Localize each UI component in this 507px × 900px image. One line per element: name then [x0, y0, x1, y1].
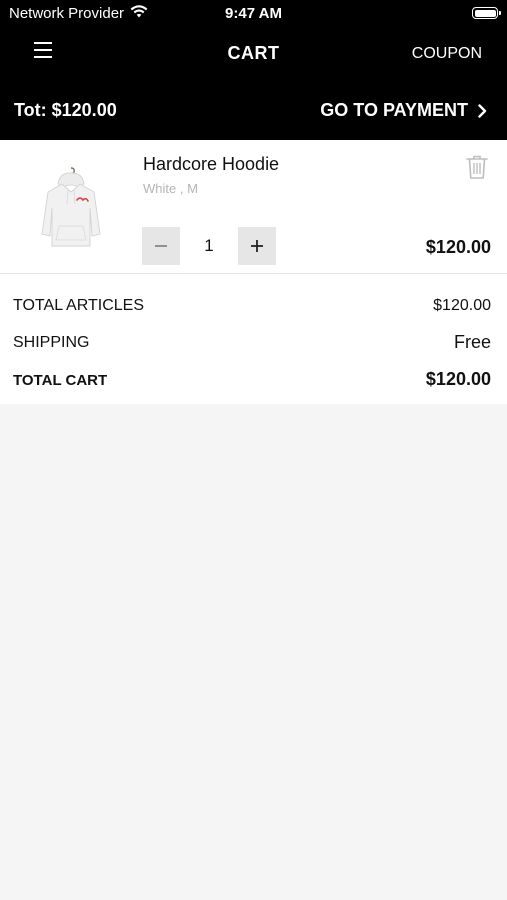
minus-icon [155, 245, 167, 247]
cart-summary: TOTAL ARTICLES $120.00 SHIPPING Free TOT… [0, 289, 507, 400]
status-bar: Network Provider 9:47 AM [0, 0, 507, 28]
plus-icon [251, 240, 263, 252]
header-total-row: Tot: $120.00 GO TO PAYMENT [0, 90, 507, 130]
total-cart-label: TOTAL CART [13, 372, 108, 389]
go-to-payment-label: GO TO PAYMENT [320, 100, 468, 120]
shipping-label: SHIPPING [13, 334, 90, 351]
chevron-right-icon [478, 103, 487, 118]
hoodie-image[interactable] [28, 162, 114, 254]
app-header: Network Provider 9:47 AM CART COUPON Tot… [0, 0, 507, 140]
cart-item: Hardcore Hoodie White , M 1 $120.00 [0, 140, 507, 274]
quantity-value[interactable]: 1 [180, 227, 238, 265]
battery-icon [472, 7, 501, 19]
total-cart-value: $120.00 [425, 369, 491, 389]
header-total: Tot: $120.00 [14, 100, 117, 120]
decrease-quantity-button[interactable] [142, 227, 180, 265]
total-articles-value: $120.00 [433, 297, 491, 314]
shipping-value: Free [453, 332, 491, 352]
status-time: 9:47 AM [225, 5, 282, 22]
summary-row-total: TOTAL CART $120.00 [0, 363, 507, 400]
summary-row-shipping: SHIPPING Free [0, 326, 507, 363]
increase-quantity-button[interactable] [238, 227, 276, 265]
nav-bar: CART COUPON [0, 30, 507, 76]
total-articles-label: TOTAL ARTICLES [13, 297, 145, 314]
item-variant: White , M [143, 181, 198, 196]
coupon-button[interactable]: COUPON [412, 45, 482, 63]
summary-row-articles: TOTAL ARTICLES $120.00 [0, 289, 507, 326]
item-price: $120.00 [425, 237, 491, 257]
item-name: Hardcore Hoodie [143, 154, 280, 174]
go-to-payment-button[interactable]: GO TO PAYMENT [320, 100, 487, 121]
quantity-stepper: 1 [142, 227, 276, 265]
trash-icon[interactable] [465, 154, 489, 180]
cart-card: Hardcore Hoodie White , M 1 $120.00 TOTA… [0, 140, 507, 404]
